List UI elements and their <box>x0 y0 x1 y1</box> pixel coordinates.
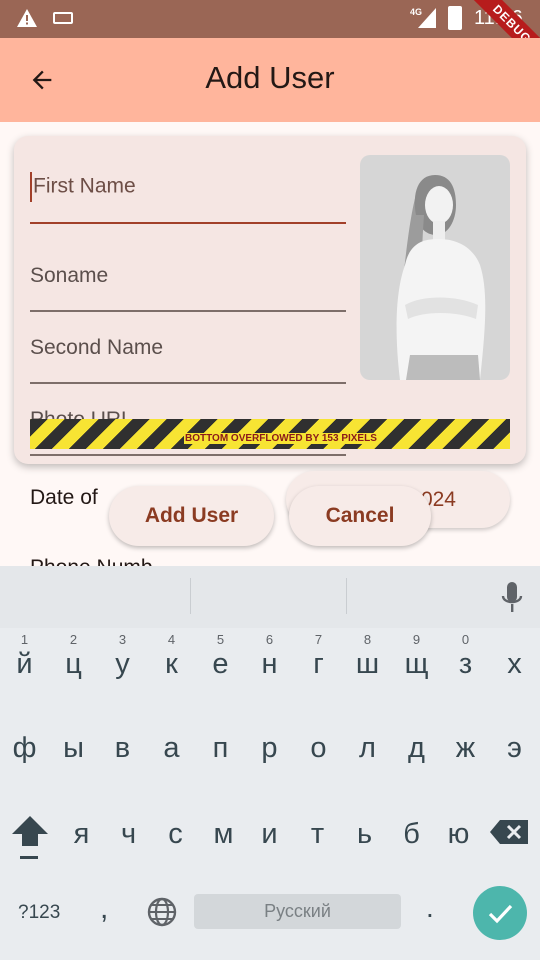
key-row-2: ф ы в а п р о л д ж э <box>0 714 540 794</box>
soname-placeholder: Soname <box>30 264 109 287</box>
key[interactable]: 7г <box>294 628 343 698</box>
key[interactable]: 3у <box>98 628 147 698</box>
microphone-icon[interactable] <box>500 580 524 614</box>
warning-icon <box>17 9 37 27</box>
key[interactable]: в <box>98 714 147 784</box>
key[interactable]: п <box>196 714 245 784</box>
checkmark-icon <box>488 904 513 924</box>
enter-key[interactable] <box>473 886 527 940</box>
backspace-icon[interactable] <box>490 818 530 846</box>
date-of-birth-label: Date of <box>30 486 98 509</box>
key[interactable]: м <box>199 798 248 868</box>
user-form-card: First Name Soname Second Name Photo URL … <box>14 136 526 464</box>
app-bar: Add User <box>0 38 540 122</box>
key[interactable]: с <box>151 798 200 868</box>
key[interactable]: ю <box>434 798 483 868</box>
user-photo-placeholder[interactable] <box>360 155 510 380</box>
text-cursor <box>30 172 32 202</box>
soname-field[interactable]: Soname <box>30 264 346 312</box>
key[interactable]: 0з <box>441 628 490 698</box>
second-name-field[interactable]: Second Name <box>30 336 346 384</box>
second-name-placeholder: Second Name <box>30 336 164 359</box>
key[interactable]: ф <box>0 714 49 784</box>
key[interactable]: 6н <box>245 628 294 698</box>
key[interactable]: и <box>245 798 294 868</box>
key[interactable]: ы <box>49 714 98 784</box>
overflow-warning-stripe: BOTTOM OVERFLOWED BY 153 PIXELS <box>30 419 510 449</box>
period-key[interactable]: . <box>426 892 434 924</box>
soft-keyboard: 1й 2ц 3у 4к 5е 6н 7г 8ш 9щ 0з х ф ы в а … <box>0 566 540 960</box>
key[interactable]: л <box>343 714 392 784</box>
symbols-key[interactable]: ?123 <box>18 902 60 924</box>
key[interactable]: э <box>490 714 539 784</box>
key[interactable]: 5е <box>196 628 245 698</box>
key[interactable]: я <box>57 798 106 868</box>
second-name-underline <box>30 382 346 384</box>
first-name-field[interactable]: First Name <box>30 172 346 224</box>
key-row-1: 1й 2ц 3у 4к 5е 6н 7г 8ш 9щ 0з х <box>0 628 540 708</box>
key[interactable]: 8ш <box>343 628 392 698</box>
key[interactable]: ь <box>340 798 389 868</box>
shift-icon[interactable] <box>10 812 50 862</box>
first-name-underline <box>30 222 346 224</box>
key[interactable]: т <box>293 798 342 868</box>
key[interactable]: р <box>245 714 294 784</box>
key[interactable]: ч <box>104 798 153 868</box>
key[interactable]: 1й <box>0 628 49 698</box>
key[interactable]: о <box>294 714 343 784</box>
soname-underline <box>30 310 346 312</box>
status-bar: 4G 11:36 DEBUG <box>0 0 540 74</box>
keyboard-icon <box>53 12 73 24</box>
suggestion-divider <box>346 578 347 614</box>
comma-key[interactable]: , <box>100 892 108 926</box>
key[interactable]: 2ц <box>49 628 98 698</box>
overflow-warning-text: BOTTOM OVERFLOWED BY 153 PIXELS <box>184 433 378 444</box>
key[interactable]: д <box>392 714 441 784</box>
globe-icon[interactable] <box>146 896 178 928</box>
suggestion-divider <box>190 578 191 614</box>
key-row-3: я ч с м и т ь б ю <box>0 798 540 878</box>
first-name-placeholder: First Name <box>33 174 136 198</box>
key[interactable]: б <box>387 798 436 868</box>
page-title: Add User <box>205 60 335 95</box>
key[interactable]: а <box>147 714 196 784</box>
key[interactable]: ж <box>441 714 490 784</box>
signal-icon <box>418 8 436 28</box>
photo-url-underline <box>30 454 346 456</box>
suggestion-bar <box>0 566 540 628</box>
add-user-button[interactable]: Add User <box>109 486 274 546</box>
key[interactable]: х <box>490 628 539 698</box>
space-bar[interactable]: Русский <box>194 894 401 929</box>
battery-icon <box>448 6 462 30</box>
key[interactable]: 9щ <box>392 628 441 698</box>
cancel-button[interactable]: Cancel <box>289 486 431 546</box>
key[interactable]: 4к <box>147 628 196 698</box>
